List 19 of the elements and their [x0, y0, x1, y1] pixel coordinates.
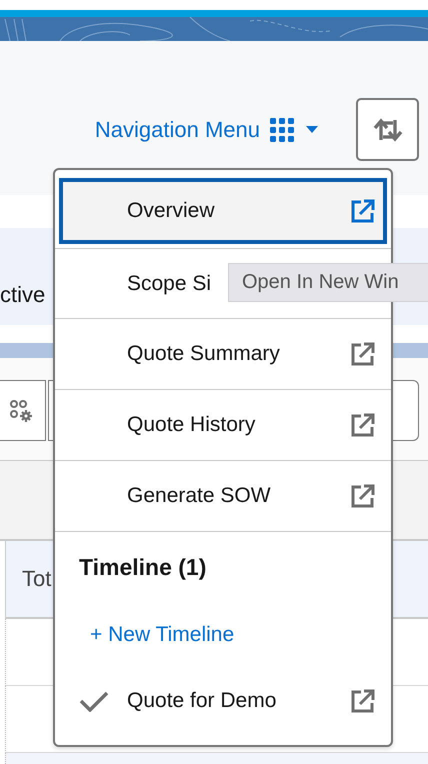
swap-arrows-icon: [372, 118, 402, 142]
new-timeline-link[interactable]: + New Timeline: [90, 623, 234, 647]
menu-item[interactable]: Quote Summary: [55, 319, 391, 390]
menu-item[interactable]: Generate SOW: [55, 461, 391, 532]
column-header: Tot: [22, 566, 52, 592]
external-link-icon[interactable]: [350, 412, 376, 438]
external-link-icon[interactable]: [350, 688, 376, 714]
menu-item[interactable]: Quote for Demo: [127, 689, 350, 713]
external-link-icon[interactable]: [350, 198, 376, 224]
menu-item[interactable]: Quote History: [55, 390, 391, 461]
external-link-icon[interactable]: [350, 341, 376, 367]
tooltip: Open In New Win: [228, 263, 428, 302]
app-grid-icon: [270, 118, 294, 142]
menu-item[interactable]: Overview: [59, 178, 387, 244]
swap-button[interactable]: [356, 98, 419, 161]
tab-label: ctive: [0, 282, 46, 308]
section-title: Timeline (1): [78, 552, 208, 582]
settings-button[interactable]: [0, 380, 46, 441]
external-link-icon[interactable]: [350, 483, 376, 509]
